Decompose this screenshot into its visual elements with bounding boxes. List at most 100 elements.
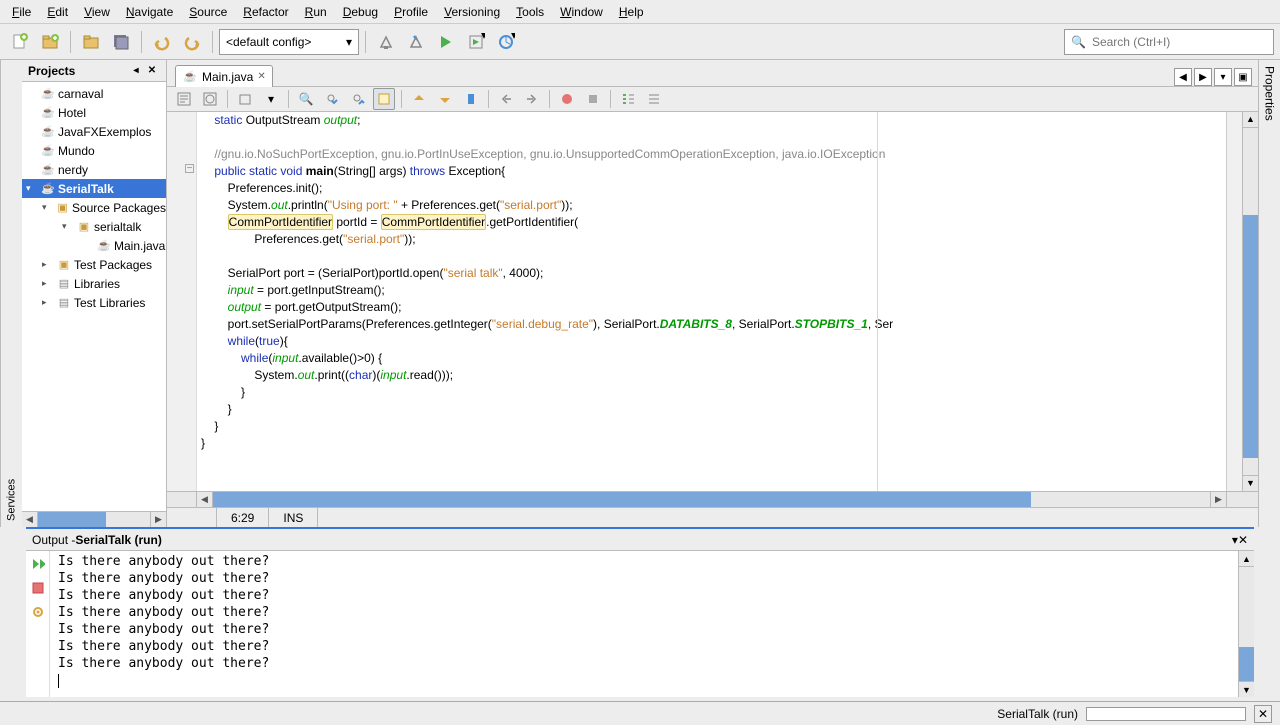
tree-item-test-packages[interactable]: ▸▣Test Packages — [22, 255, 166, 274]
twisty-closed-icon[interactable]: ▸ — [42, 278, 54, 289]
twisty-closed-icon[interactable]: ▸ — [42, 259, 54, 270]
editor-hscroll[interactable]: ◀ ▶ — [167, 491, 1258, 507]
build-button[interactable] — [372, 28, 400, 56]
tree-item-libraries[interactable]: ▸▤Libraries — [22, 274, 166, 293]
scroll-right-icon[interactable]: ▶ — [1210, 492, 1226, 507]
open-project-button[interactable] — [77, 28, 105, 56]
search-input[interactable] — [1092, 35, 1267, 49]
menu-navigate[interactable]: Navigate — [118, 2, 181, 22]
clean-build-button[interactable] — [402, 28, 430, 56]
last-edit-button[interactable] — [234, 88, 256, 110]
redo-button[interactable] — [178, 28, 206, 56]
tab-close-icon[interactable]: ✕ — [257, 71, 265, 82]
tree-item-carnaval[interactable]: ☕carnaval — [22, 84, 166, 103]
services-tab[interactable]: Services — [0, 60, 22, 527]
scroll-left-icon[interactable]: ◀ — [22, 512, 38, 527]
scroll-right-icon[interactable]: ▶ — [150, 512, 166, 527]
tree-item-test-libraries[interactable]: ▸▤Test Libraries — [22, 293, 166, 312]
scroll-left-icon[interactable]: ◀ — [197, 492, 213, 507]
highlight-toggle-button[interactable] — [373, 88, 395, 110]
rerun-button[interactable] — [29, 555, 47, 573]
output-close-icon[interactable]: ✕ — [1238, 533, 1248, 547]
tree-item-source-packages[interactable]: ▾▣Source Packages — [22, 198, 166, 217]
scroll-up-icon[interactable]: ▲ — [1243, 112, 1258, 128]
save-all-button[interactable] — [107, 28, 135, 56]
scroll-thumb[interactable] — [38, 512, 106, 527]
profile-button[interactable]: ▾ — [492, 28, 520, 56]
scroll-up-icon[interactable]: ▲ — [1239, 551, 1254, 567]
twisty-open-icon[interactable]: ▾ — [62, 221, 74, 232]
menu-edit[interactable]: Edit — [39, 2, 76, 22]
menu-tools[interactable]: Tools — [508, 2, 552, 22]
undo-button[interactable] — [148, 28, 176, 56]
tree-item-serialtalk[interactable]: ▾☕SerialTalk — [22, 179, 166, 198]
settings-output-button[interactable] — [29, 603, 47, 621]
twisty-open-icon[interactable]: ▾ — [42, 202, 53, 213]
glyph-overview[interactable] — [1226, 112, 1242, 491]
close-icon[interactable]: ✕ — [144, 63, 160, 79]
new-project-button[interactable] — [36, 28, 64, 56]
new-file-button[interactable] — [6, 28, 34, 56]
vscroll-thumb[interactable] — [1243, 215, 1258, 458]
menu-refactor[interactable]: Refactor — [235, 2, 296, 22]
menu-window[interactable]: Window — [552, 2, 611, 22]
menu-versioning[interactable]: Versioning — [436, 2, 508, 22]
scroll-down-icon[interactable]: ▼ — [1243, 475, 1258, 491]
uncomment-button[interactable] — [643, 88, 665, 110]
shift-left-button[interactable] — [495, 88, 517, 110]
toggle-bookmark-button[interactable] — [460, 88, 482, 110]
find-next-button[interactable] — [347, 88, 369, 110]
menu-view[interactable]: View — [76, 2, 118, 22]
debug-button[interactable]: ▾ — [462, 28, 490, 56]
properties-tab[interactable]: Properties — [1258, 60, 1280, 527]
history-button[interactable] — [199, 88, 221, 110]
fold-toggle-icon[interactable]: − — [185, 164, 194, 173]
menu-run[interactable]: Run — [297, 2, 335, 22]
tree-item-hotel[interactable]: ☕Hotel — [22, 103, 166, 122]
stop-output-button[interactable] — [29, 579, 47, 597]
projects-tree[interactable]: ☕carnaval☕Hotel☕JavaFXExemplos☕Mundo☕ner… — [22, 82, 166, 511]
twisty-open-icon[interactable]: ▾ — [26, 183, 38, 194]
menu-source[interactable]: Source — [181, 2, 235, 22]
tab-next-button[interactable]: ▶ — [1194, 68, 1212, 86]
hscroll-thumb[interactable] — [213, 492, 1031, 507]
prev-bookmark-button[interactable] — [408, 88, 430, 110]
menu-help[interactable]: Help — [611, 2, 652, 22]
run-button[interactable] — [432, 28, 460, 56]
output-vscroll[interactable]: ▲ ▼ — [1238, 551, 1254, 697]
next-bookmark-button[interactable] — [434, 88, 456, 110]
tree-item-nerdy[interactable]: ☕nerdy — [22, 160, 166, 179]
scroll-down-icon[interactable]: ▼ — [1239, 681, 1254, 697]
source-button[interactable] — [173, 88, 195, 110]
macro-record-button[interactable] — [556, 88, 578, 110]
menu-file[interactable]: File — [4, 2, 39, 22]
code-content[interactable]: static OutputStream output; //gnu.io.NoS… — [197, 112, 1226, 491]
editor-gutter[interactable]: − — [167, 112, 197, 491]
tab-prev-button[interactable]: ◀ — [1174, 68, 1192, 86]
global-search[interactable]: 🔍 — [1064, 29, 1274, 55]
editor-vscroll[interactable]: ▲ ▼ — [1242, 112, 1258, 491]
output-text[interactable]: Is there anybody out there? Is there any… — [50, 551, 1238, 697]
macro-stop-button[interactable] — [582, 88, 604, 110]
twisty-closed-icon[interactable]: ▸ — [42, 297, 54, 308]
output-vscroll-thumb[interactable] — [1239, 647, 1254, 681]
editor-tab-main[interactable]: ☕ Main.java ✕ — [175, 65, 273, 87]
find-prev-button[interactable] — [321, 88, 343, 110]
tree-item-serialtalk[interactable]: ▾▣serialtalk — [22, 217, 166, 236]
tab-list-button[interactable]: ▾ — [1214, 68, 1232, 86]
config-selector[interactable]: <default config>▾ — [219, 29, 359, 55]
minimize-icon[interactable]: ◂ — [128, 63, 144, 79]
code-editor[interactable]: − static OutputStream output; //gnu.io.N… — [167, 112, 1258, 491]
run-stop-button[interactable]: ✕ — [1254, 705, 1272, 723]
tree-item-main-java[interactable]: ☕Main.java — [22, 236, 166, 255]
projects-hscroll[interactable]: ◀ ▶ — [22, 511, 166, 527]
dropdown-button[interactable]: ▾ — [260, 88, 282, 110]
shift-right-button[interactable] — [521, 88, 543, 110]
menu-debug[interactable]: Debug — [335, 2, 386, 22]
comment-button[interactable] — [617, 88, 639, 110]
tree-item-mundo[interactable]: ☕Mundo — [22, 141, 166, 160]
menu-profile[interactable]: Profile — [386, 2, 436, 22]
tree-item-javafxexemplos[interactable]: ☕JavaFXExemplos — [22, 122, 166, 141]
find-button[interactable]: 🔍 — [295, 88, 317, 110]
tab-maximize-button[interactable]: ▣ — [1234, 68, 1252, 86]
